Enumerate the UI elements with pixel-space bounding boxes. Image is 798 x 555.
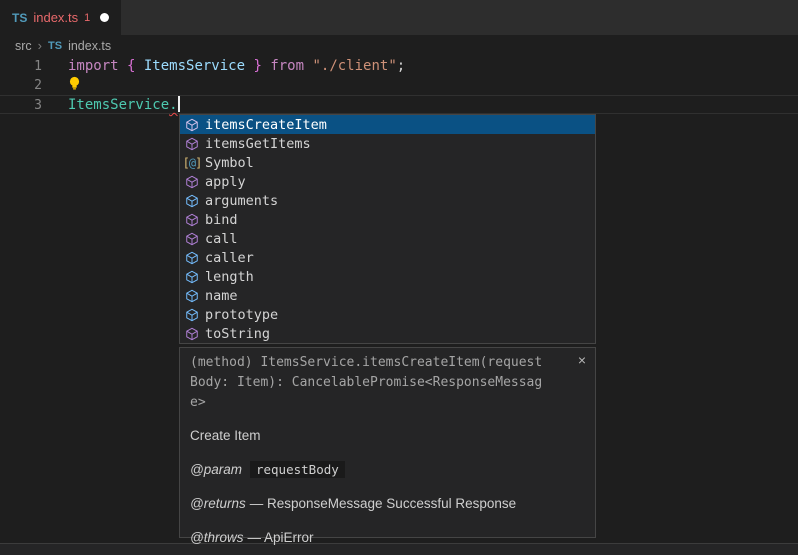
symbol-method-icon: [@]	[184, 175, 200, 189]
symbol-method-icon: [@]	[184, 213, 200, 227]
line-number: 3	[0, 96, 42, 113]
symbol-method-icon: [@]	[184, 232, 200, 246]
doc-summary: Create Item	[190, 428, 585, 443]
unsaved-changes-dot-icon[interactable]	[100, 13, 109, 22]
suggest-docs-panel: × (method) ItemsService.itemsCreateItem(…	[179, 347, 596, 538]
line-number: 2	[0, 76, 42, 95]
param-name-badge: requestBody	[250, 461, 345, 478]
suggest-item[interactable]: [@] toString	[180, 324, 595, 343]
doc-tag-param: @param requestBody	[190, 462, 585, 477]
intellisense-suggest-widget: [@] itemsCreateItem [@] itemsGetItems [@…	[179, 114, 596, 344]
breadcrumb: src › TS index.ts	[0, 35, 798, 56]
suggest-item[interactable]: [@] apply	[180, 172, 595, 191]
token-imported-name: ItemsService	[144, 58, 245, 74]
symbol-field-icon: [@]	[184, 270, 200, 284]
suggest-item-label: Symbol	[205, 155, 254, 171]
code-text[interactable]: ItemsService.	[68, 96, 180, 113]
suggest-item[interactable]: [@] Symbol	[180, 153, 595, 172]
suggest-item-label: apply	[205, 174, 246, 190]
suggest-item-label: caller	[205, 250, 254, 266]
lightbulb-code-action-icon[interactable]	[68, 76, 81, 91]
token-open-brace: {	[127, 58, 144, 74]
tab-index-ts[interactable]: TS index.ts 1	[0, 0, 121, 35]
typescript-file-icon: TS	[48, 40, 62, 52]
jsdoc-tag: @param	[190, 462, 242, 477]
suggest-item-label: arguments	[205, 193, 278, 209]
tab-filename: index.ts	[33, 10, 78, 25]
doc-tag-throws: @throws — ApiError	[190, 530, 585, 545]
breadcrumb-folder[interactable]: src	[15, 39, 32, 53]
token-from-keyword: from	[262, 58, 313, 74]
doc-tag-returns: @returns — ResponseMessage Successful Res…	[190, 496, 585, 511]
token-import-keyword: import	[68, 58, 127, 74]
symbol-key-icon: [@]	[184, 156, 200, 170]
jsdoc-tag: @throws	[190, 530, 243, 545]
jsdoc-tag: @returns	[190, 496, 246, 511]
token-dot-error-squiggle: .	[169, 97, 177, 113]
text-cursor	[178, 96, 180, 112]
suggest-item-label: length	[205, 269, 254, 285]
suggest-item-label: itemsGetItems	[205, 136, 311, 152]
suggest-item-label: itemsCreateItem	[205, 117, 327, 133]
suggest-item-label: bind	[205, 212, 238, 228]
token-class-reference: ItemsService	[68, 97, 169, 113]
close-icon[interactable]: ×	[578, 353, 586, 367]
symbol-method-icon: [@]	[184, 137, 200, 151]
tag-description: — ResponseMessage Successful Response	[250, 496, 516, 511]
suggest-item-label: name	[205, 288, 238, 304]
suggest-item[interactable]: [@] caller	[180, 248, 595, 267]
chevron-right-icon: ›	[38, 38, 42, 53]
suggest-item[interactable]: [@] itemsGetItems	[180, 134, 595, 153]
symbol-method-icon: [@]	[184, 118, 200, 132]
suggest-item-label: toString	[205, 326, 270, 342]
code-editor[interactable]: 1 import { ItemsService } from "./client…	[0, 56, 798, 114]
code-line-1[interactable]: 1 import { ItemsService } from "./client…	[0, 57, 798, 76]
token-module-string: "./client"	[312, 58, 396, 74]
suggest-item[interactable]: [@] itemsCreateItem	[180, 115, 595, 134]
code-line-3-current[interactable]: 3 ItemsService.	[0, 95, 798, 114]
symbol-field-icon: [@]	[184, 308, 200, 322]
code-text[interactable]	[68, 76, 81, 95]
suggest-item[interactable]: [@] prototype	[180, 305, 595, 324]
code-text[interactable]: import { ItemsService } from "./client";	[68, 57, 405, 76]
breadcrumb-filename[interactable]: index.ts	[68, 39, 111, 53]
suggest-item-label: call	[205, 231, 238, 247]
line-number: 1	[0, 57, 42, 76]
suggest-item[interactable]: [@] length	[180, 267, 595, 286]
suggest-item[interactable]: [@] bind	[180, 210, 595, 229]
suggest-item-label: prototype	[205, 307, 278, 323]
method-signature: (method) ItemsService.itemsCreateItem(re…	[190, 353, 550, 413]
suggest-item[interactable]: [@] arguments	[180, 191, 595, 210]
tab-bar: TS index.ts 1	[0, 0, 798, 35]
suggest-item[interactable]: [@] name	[180, 286, 595, 305]
symbol-method-icon: [@]	[184, 327, 200, 341]
symbol-field-icon: [@]	[184, 194, 200, 208]
tab-error-count-badge: 1	[84, 12, 90, 24]
symbol-field-icon: [@]	[184, 251, 200, 265]
token-semicolon: ;	[397, 58, 405, 74]
code-line-2[interactable]: 2	[0, 76, 798, 95]
token-close-brace: }	[245, 58, 262, 74]
symbol-field-icon: [@]	[184, 289, 200, 303]
typescript-file-icon: TS	[12, 11, 27, 25]
tag-description: — ApiError	[247, 530, 313, 545]
suggest-item[interactable]: [@] call	[180, 229, 595, 248]
